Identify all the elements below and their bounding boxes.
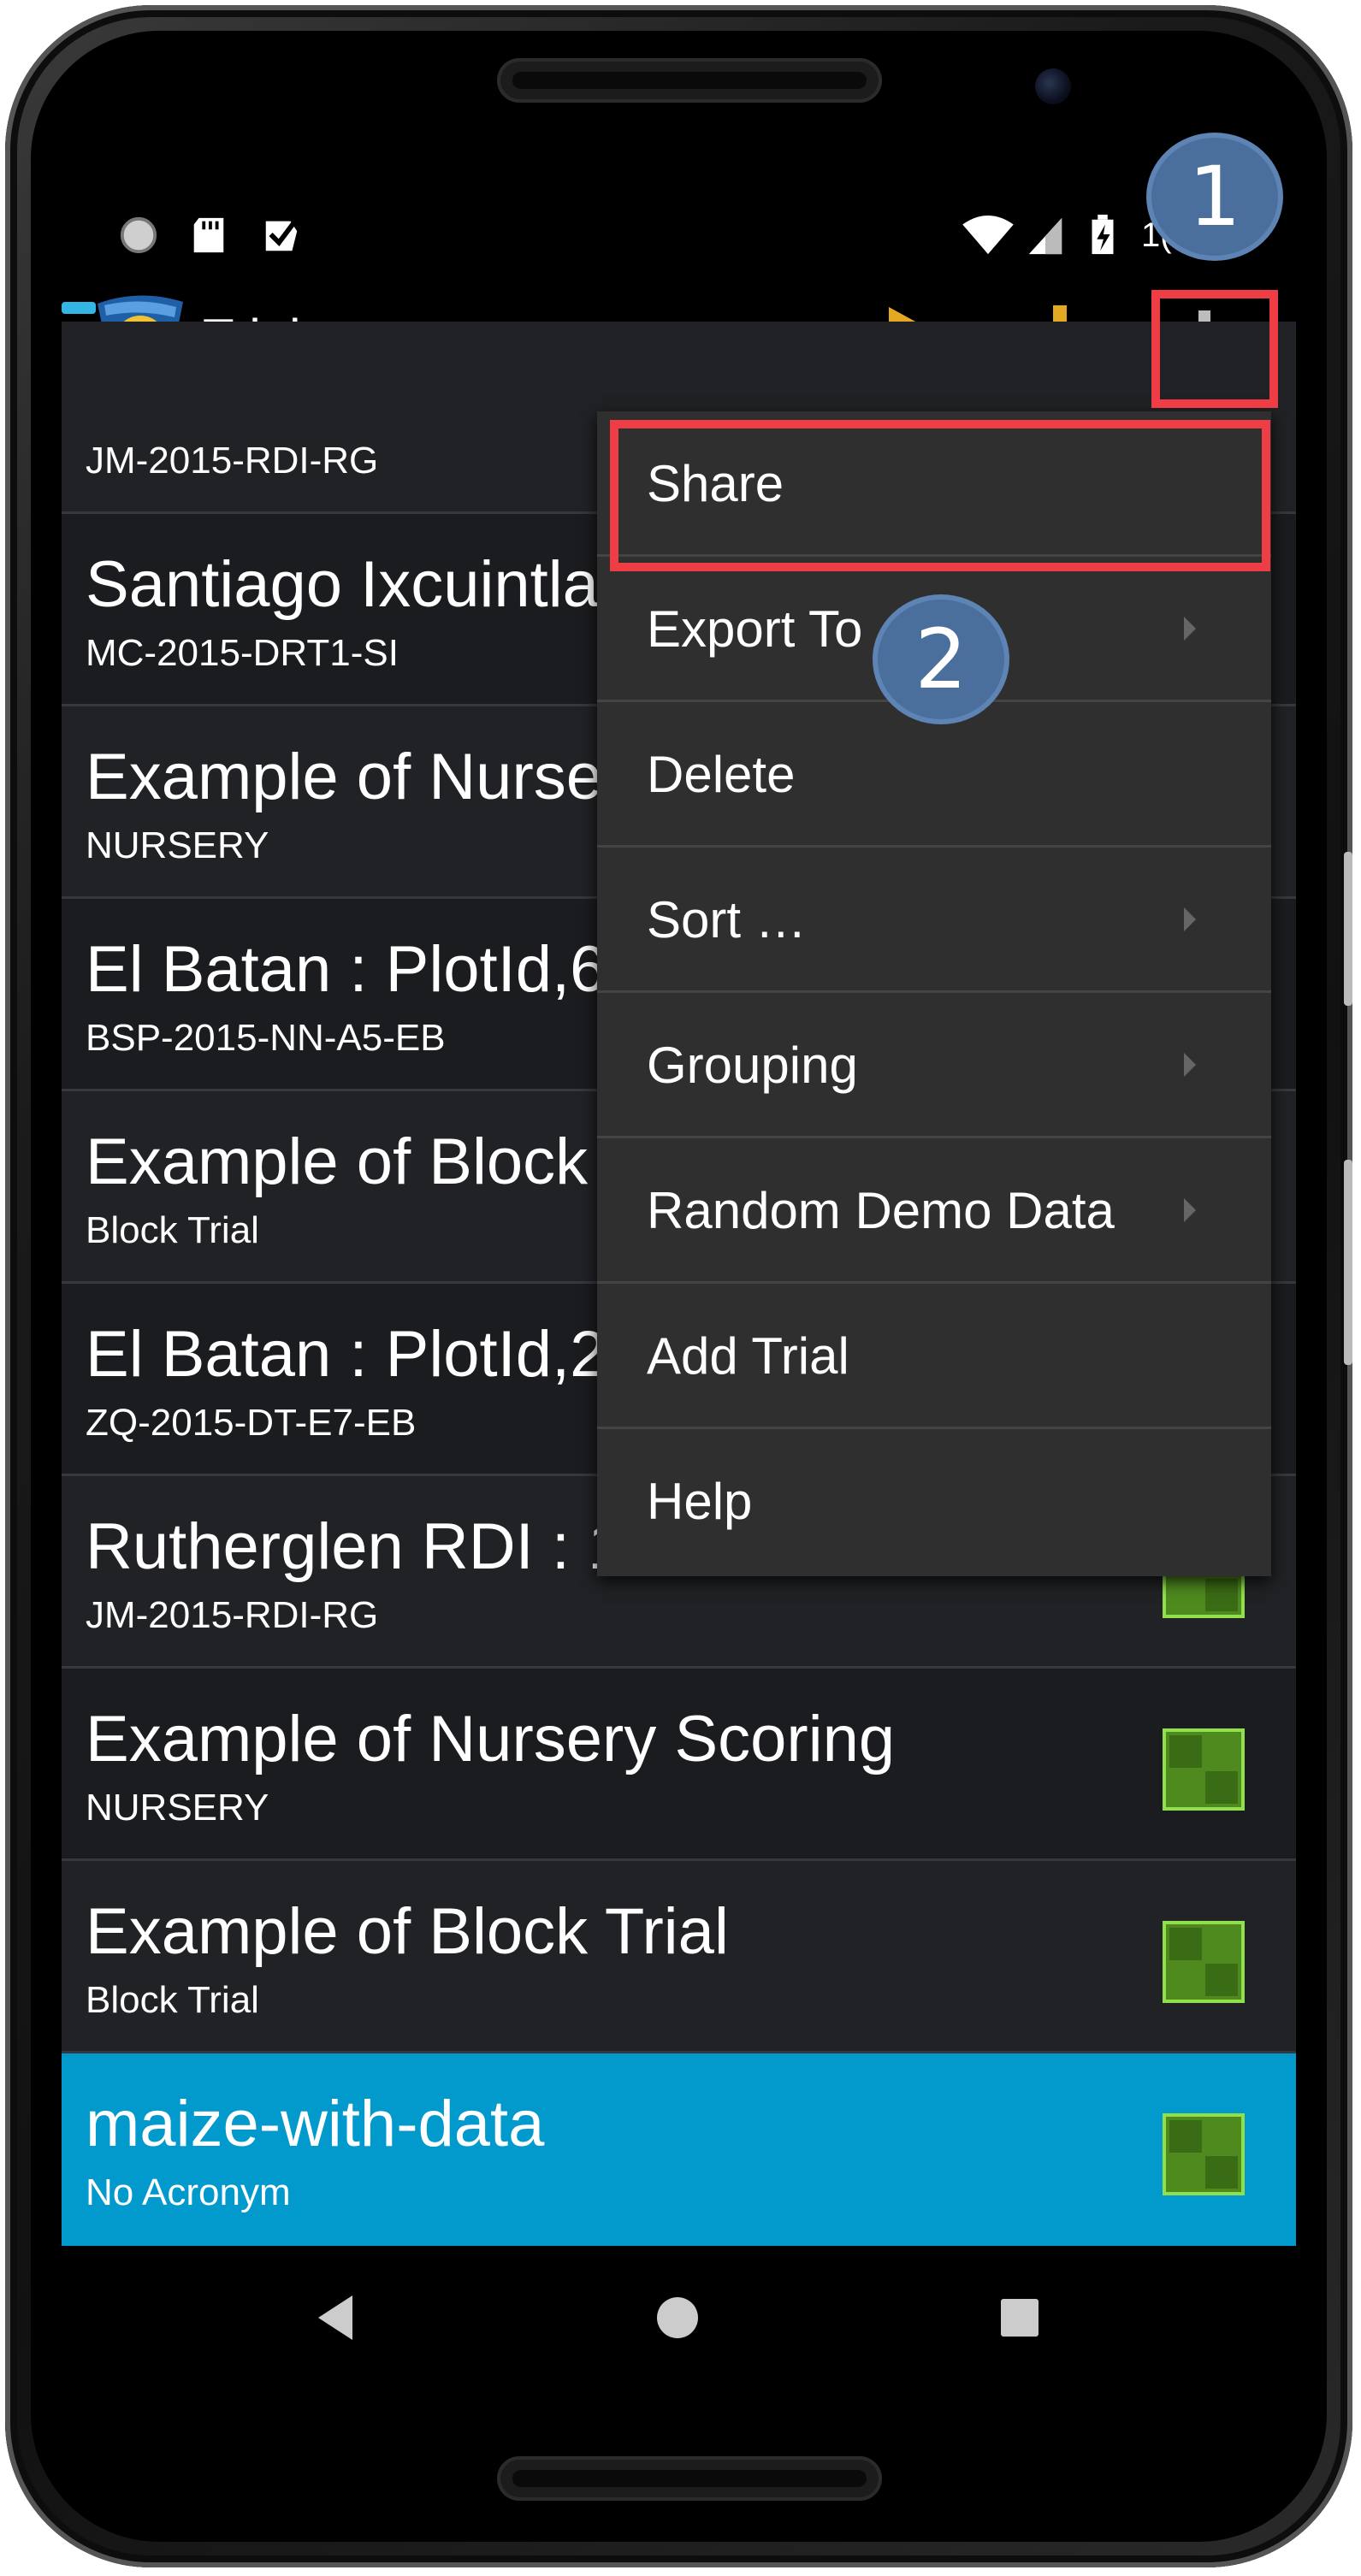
trial-name: El Batan : PlotId,6 bbox=[86, 933, 607, 1006]
home-icon[interactable] bbox=[635, 2275, 720, 2360]
trial-acronym: NURSERY bbox=[86, 824, 269, 866]
menu-item-sort[interactable]: Sort … bbox=[597, 848, 1271, 993]
menu-item-grouping[interactable]: Grouping bbox=[597, 993, 1271, 1138]
trial-acronym: Block Trial bbox=[86, 1979, 259, 2021]
earpiece-speaker bbox=[497, 58, 882, 103]
trial-name: Example of Block Trial bbox=[86, 1895, 729, 1968]
trial-grid-icon bbox=[1163, 1921, 1245, 2003]
trial-acronym: JM-2015-RDI-RG bbox=[86, 440, 379, 482]
trial-name: Santiago Ixcuintla bbox=[86, 548, 599, 621]
navigation-bar bbox=[62, 2249, 1296, 2386]
signal-icon bbox=[1028, 217, 1062, 255]
trial-name: Example of Block bbox=[86, 1126, 589, 1198]
step-2-callout: 2 bbox=[873, 594, 1009, 724]
trial-grid-icon bbox=[1163, 1728, 1245, 1811]
bottom-speaker bbox=[497, 2456, 882, 2501]
checkbox-notification-icon bbox=[265, 221, 298, 251]
status-bar: 1( bbox=[62, 201, 1296, 269]
menu-item-label: Grouping bbox=[647, 1037, 858, 1094]
trial-name: Example of Nursery Scoring bbox=[86, 1703, 896, 1775]
menu-item-random-demo-data[interactable]: Random Demo Data bbox=[597, 1138, 1271, 1284]
menu-item-label: Help bbox=[647, 1473, 753, 1530]
trial-acronym: ZQ-2015-DT-E7-EB bbox=[86, 1402, 417, 1444]
menu-item-add-trial[interactable]: Add Trial bbox=[597, 1284, 1271, 1429]
power-button bbox=[1344, 1160, 1352, 1365]
submenu-arrow-icon bbox=[1184, 907, 1196, 931]
trial-name: El Batan : PlotId,2 bbox=[86, 1318, 607, 1391]
menu-item-label: Export To bbox=[647, 600, 863, 658]
trial-row[interactable]: Example of Nursery Scoring NURSERY bbox=[62, 1669, 1296, 1861]
trial-acronym: MC-2015-DRT1-SI bbox=[86, 632, 399, 674]
trial-acronym: No Acronym bbox=[86, 2171, 291, 2213]
trial-row-selected[interactable]: maize-with-data No Acronym bbox=[62, 2053, 1296, 2246]
trial-acronym: BSP-2015-NN-A5-EB bbox=[86, 1017, 446, 1059]
spinner-icon bbox=[120, 216, 157, 254]
front-camera bbox=[1035, 68, 1071, 104]
battery-charging-icon bbox=[1092, 215, 1114, 255]
recents-icon[interactable] bbox=[977, 2275, 1062, 2360]
trial-acronym: NURSERY bbox=[86, 1787, 269, 1829]
trial-grid-icon bbox=[1163, 2113, 1245, 2195]
menu-item-label: Sort … bbox=[647, 891, 807, 948]
overflow-menu: Share Export To Delete Sort … Grouping R… bbox=[597, 411, 1271, 1576]
menu-item-help[interactable]: Help bbox=[597, 1429, 1271, 1576]
step-1-callout: 1 bbox=[1146, 133, 1283, 261]
submenu-arrow-icon bbox=[1184, 617, 1196, 641]
trial-name: maize-with-data bbox=[86, 2088, 545, 2160]
menu-item-label: Delete bbox=[647, 746, 796, 803]
wifi-icon bbox=[962, 215, 1014, 255]
trial-name: Example of Nurse bbox=[86, 741, 603, 813]
share-highlight-box bbox=[610, 420, 1270, 571]
submenu-arrow-icon bbox=[1184, 1053, 1196, 1077]
submenu-arrow-icon bbox=[1184, 1198, 1196, 1222]
back-icon[interactable] bbox=[293, 2275, 378, 2360]
overflow-highlight-box bbox=[1151, 290, 1278, 408]
menu-item-label: Random Demo Data bbox=[647, 1182, 1115, 1239]
trial-name: Rutherglen RDI : 1 bbox=[86, 1510, 624, 1583]
trial-row[interactable]: Example of Block Trial Block Trial bbox=[62, 1861, 1296, 2053]
volume-button bbox=[1344, 852, 1352, 1006]
trial-acronym: JM-2015-RDI-RG bbox=[86, 1594, 379, 1636]
trial-acronym: Block Trial bbox=[86, 1209, 259, 1251]
sd-card-icon bbox=[193, 217, 224, 253]
menu-item-label: Add Trial bbox=[647, 1327, 849, 1385]
